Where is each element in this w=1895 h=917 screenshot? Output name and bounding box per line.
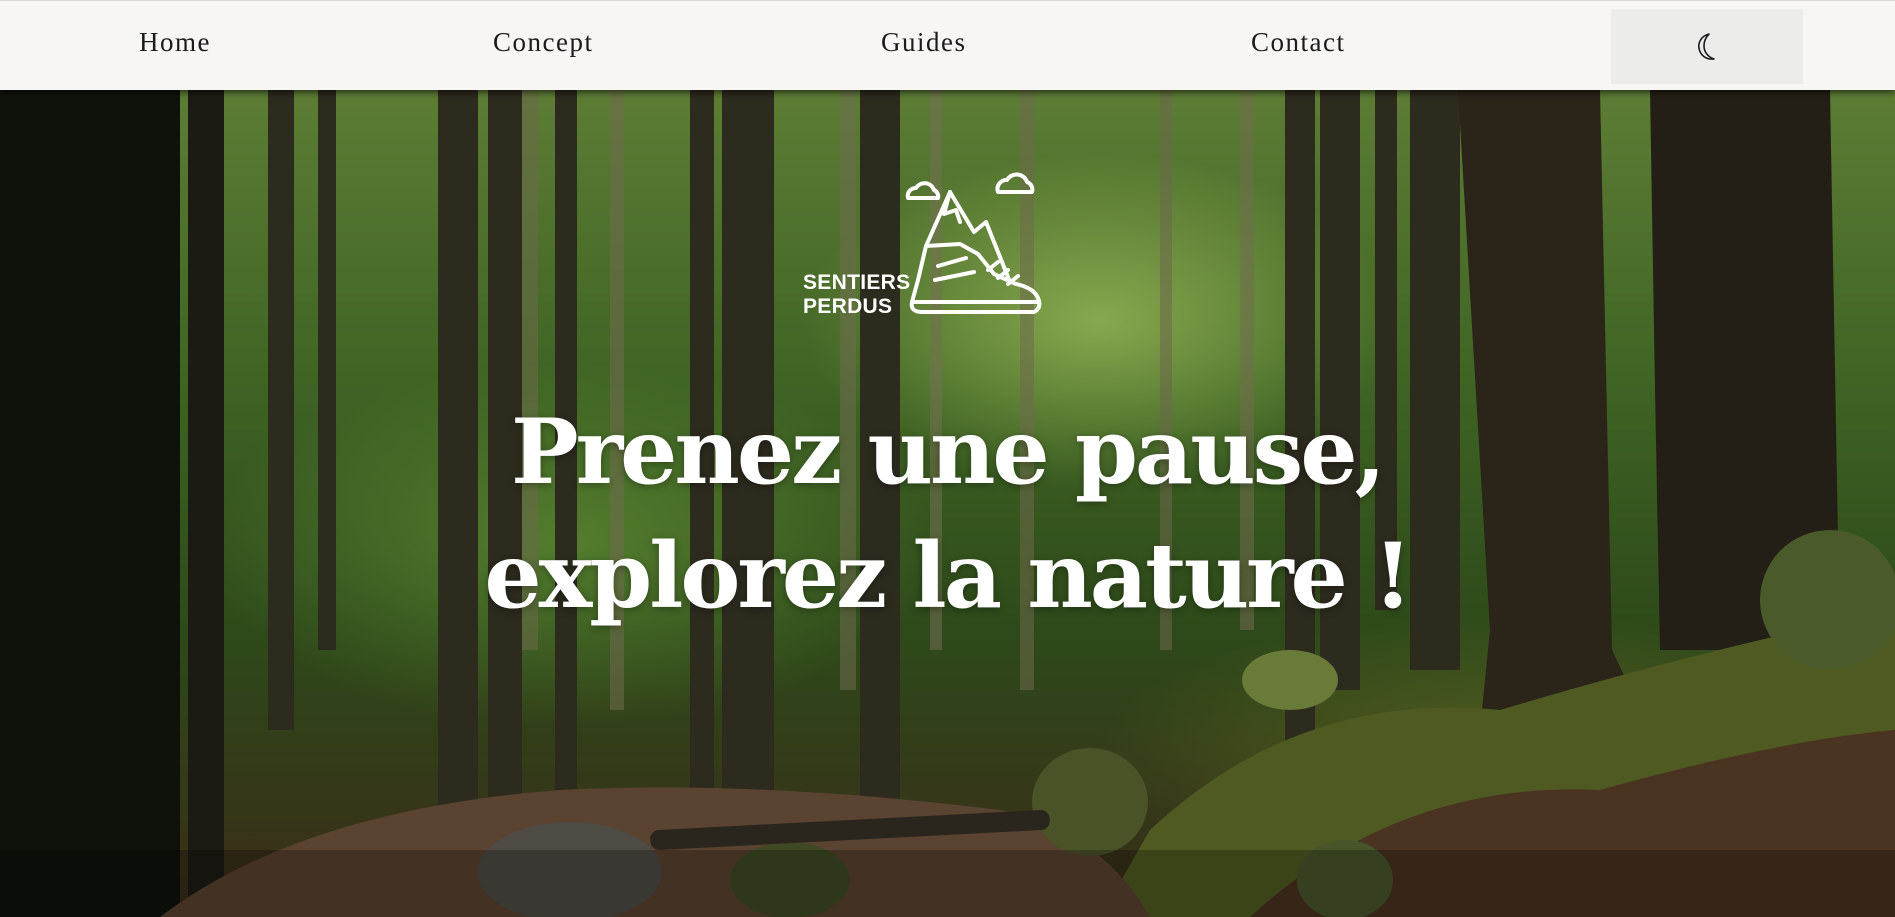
logo-text-line2: PERDUS	[803, 295, 893, 318]
nav-link-contact[interactable]: Contact	[1251, 27, 1345, 58]
top-navigation-bar: Home Concept Guides Contact	[0, 0, 1895, 90]
nav-link-home[interactable]: Home	[139, 27, 211, 58]
hero-section: SENTIERS PERDUS Prenez une pause, explor…	[0, 90, 1895, 917]
nav-link-guides[interactable]: Guides	[881, 27, 967, 58]
logo-text-line1: SENTIERS	[803, 271, 911, 294]
sentiers-perdus-logo: SENTIERS PERDUS	[798, 162, 1048, 322]
hero-headline: Prenez une pause, explorez la nature !	[484, 399, 1412, 630]
moon-icon	[1698, 32, 1715, 60]
theme-toggle-button[interactable]	[1611, 9, 1803, 84]
nav-link-concept[interactable]: Concept	[493, 27, 593, 58]
